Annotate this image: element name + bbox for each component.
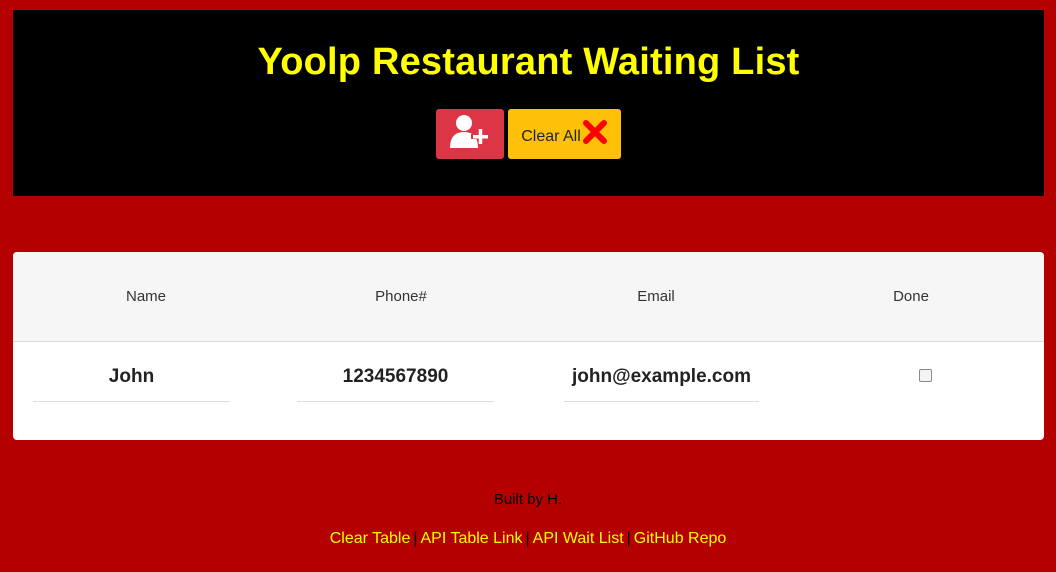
page-title: Yoolp Restaurant Waiting List: [257, 41, 800, 83]
clear-table-link[interactable]: Clear Table: [330, 530, 411, 547]
link-separator: |: [626, 530, 631, 547]
column-header-name: Name: [125, 288, 167, 305]
add-user-icon: [448, 114, 492, 155]
built-by-text: Built by H.: [493, 491, 563, 508]
header-banner: Yoolp Restaurant Waiting List Clear All: [13, 10, 1044, 196]
email-cell[interactable]: john@example.com: [564, 353, 759, 402]
column-header-email: Email: [637, 288, 675, 305]
add-user-button[interactable]: [436, 109, 504, 159]
done-checkbox[interactable]: [919, 369, 932, 382]
api-table-link[interactable]: API Table Link: [421, 530, 523, 547]
name-cell[interactable]: John: [33, 353, 230, 402]
clear-all-label: Clear All: [521, 128, 581, 145]
column-header-done: Done: [893, 288, 929, 305]
waiting-list-table: Name Phone# Email Done John 1234567890 j…: [13, 252, 1044, 440]
column-header-phone: Phone#: [375, 288, 427, 305]
phone-cell[interactable]: 1234567890: [297, 353, 494, 402]
header-actions: Clear All: [13, 109, 1044, 159]
api-wait-list-link[interactable]: API Wait List: [533, 530, 624, 547]
link-separator: |: [525, 530, 530, 547]
link-separator: |: [413, 530, 418, 547]
close-x-icon: [582, 119, 608, 150]
clear-all-button[interactable]: Clear All: [508, 109, 621, 159]
table-header: Name Phone# Email Done: [13, 252, 1044, 342]
footer-links: Clear Table | API Table Link | API Wait List…: [0, 530, 1056, 548]
github-repo-link[interactable]: GitHub Repo: [634, 530, 727, 547]
